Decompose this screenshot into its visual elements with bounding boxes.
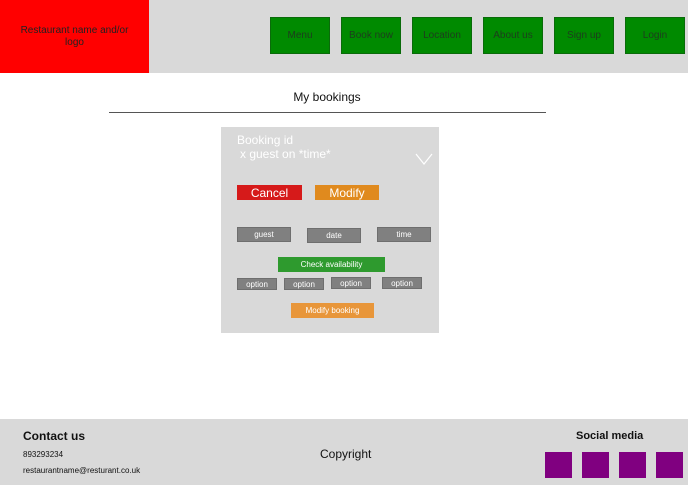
date-select[interactable]: date (307, 228, 361, 243)
restaurant-logo[interactable]: Restaurant name and/or logo (0, 0, 149, 73)
contact-phone: 893293234 (23, 450, 64, 459)
nav-menu-button[interactable]: Menu (270, 17, 330, 54)
header: Restaurant name and/or logo Menu Book no… (0, 0, 688, 73)
social-icon-3[interactable] (619, 452, 646, 478)
copyright-text: Copyright (320, 447, 372, 461)
time-option[interactable]: option (382, 277, 422, 289)
time-select[interactable]: time (377, 227, 431, 242)
time-option[interactable]: option (237, 278, 277, 290)
logo-text: Restaurant name and/or logo (20, 24, 129, 48)
nav-label: About us (493, 30, 533, 41)
nav-label: Sign up (567, 30, 601, 41)
title-divider (109, 112, 546, 113)
nav-label: Book now (349, 30, 393, 41)
booking-card: Booking id x guest on *time* Cancel Modi… (221, 127, 439, 333)
social-icon-4[interactable] (656, 452, 683, 478)
social-icon-2[interactable] (582, 452, 609, 478)
social-icon-1[interactable] (545, 452, 572, 478)
booking-summary: x guest on *time* (240, 147, 331, 161)
nav-label: Location (423, 30, 461, 41)
nav-location-button[interactable]: Location (412, 17, 472, 54)
nav-login-button[interactable]: Login (625, 17, 685, 54)
nav-book-now-button[interactable]: Book now (341, 17, 401, 54)
chevron-down-icon[interactable] (415, 153, 433, 165)
social-media-title: Social media (576, 430, 644, 442)
nav-label: Login (642, 30, 668, 41)
contact-email: restaurantname@resturant.co.uk (23, 466, 141, 475)
cancel-button[interactable]: Cancel (237, 185, 302, 200)
footer: Contact us 893293234 restaurantname@rest… (0, 419, 688, 485)
guest-select[interactable]: guest (237, 227, 291, 242)
time-option[interactable]: option (284, 278, 324, 290)
nav-label: Menu (287, 30, 313, 41)
modify-button[interactable]: Modify (315, 185, 379, 200)
check-availability-button[interactable]: Check availability (278, 257, 385, 272)
page-title: My bookings (293, 90, 361, 104)
nav-about-us-button[interactable]: About us (483, 17, 543, 54)
booking-id: Booking id (237, 133, 294, 147)
nav-sign-up-button[interactable]: Sign up (554, 17, 614, 54)
time-option[interactable]: option (331, 277, 371, 289)
modify-booking-button[interactable]: Modify booking (291, 303, 374, 318)
contact-title: Contact us (23, 429, 86, 443)
